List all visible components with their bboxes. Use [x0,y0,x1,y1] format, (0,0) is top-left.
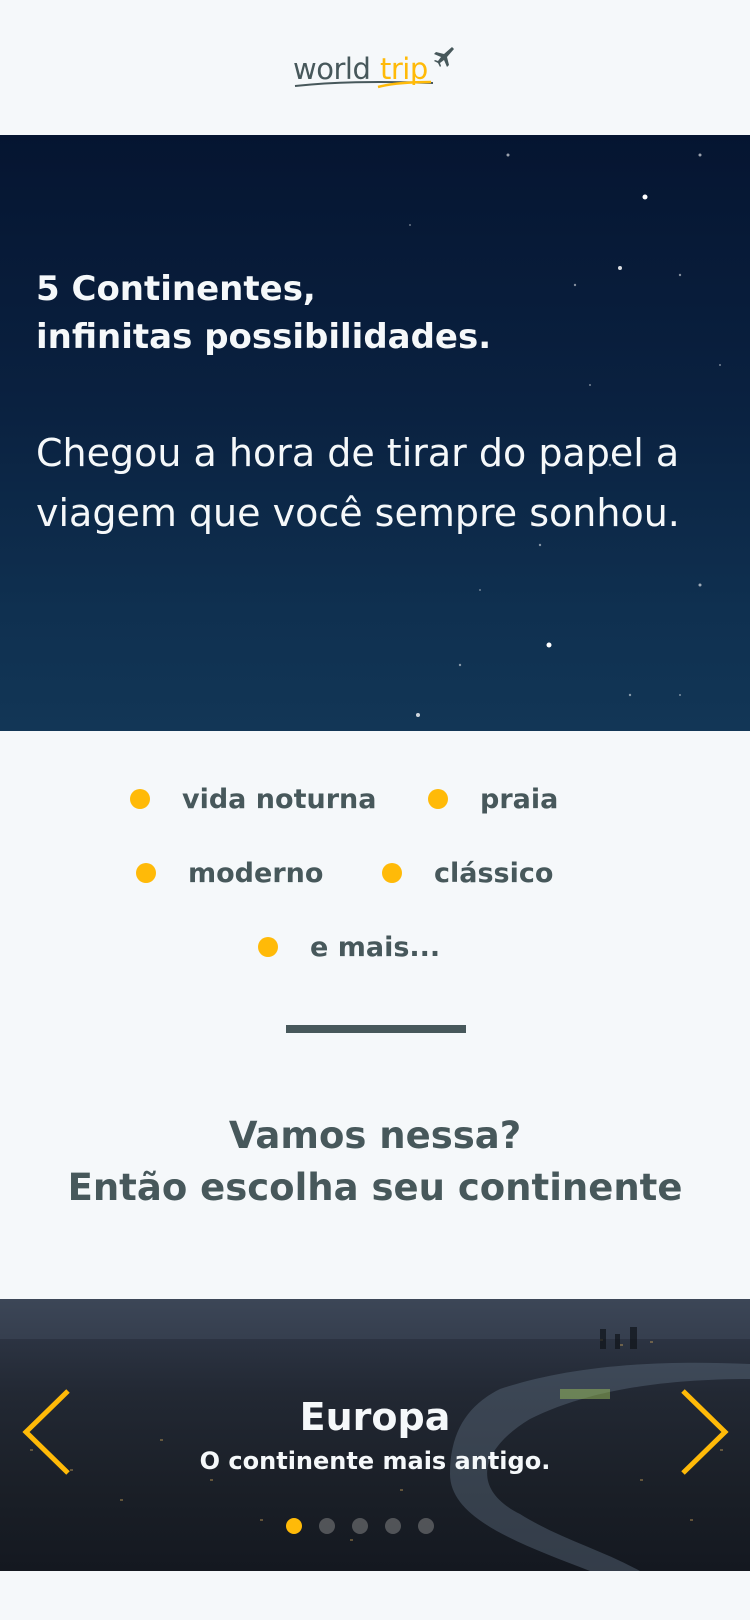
travel-type-item: moderno [136,853,323,893]
cta-line-1: Vamos nessa? [228,1114,522,1157]
travel-type-label: praia [480,783,559,815]
travel-types-section: vida noturna praia moderno clássico e ma… [0,731,750,1036]
continent-slider[interactable]: Europa O continente mais antigo. [0,1299,750,1571]
slider-dot[interactable] [352,1518,368,1534]
chevron-right-icon[interactable] [675,1387,731,1477]
slide-title[interactable]: Europa [0,1393,750,1441]
bullet-dot-icon [258,937,278,957]
bullet-dot-icon [428,789,448,809]
travel-type-label: vida noturna [182,783,377,815]
slider-pagination [286,1518,434,1534]
hero-title-line-1: 5 Continentes, [36,269,316,309]
bullet-dot-icon [136,863,156,883]
travel-type-item: clássico [382,853,553,893]
slide-subtitle: O continente mais antigo. [199,1447,551,1475]
hero-banner: 5 Continentes, infinitas possibilidades.… [0,135,750,731]
travel-type-label: moderno [188,857,324,889]
travel-type-item: praia [428,779,558,819]
bullet-dot-icon [130,789,150,809]
travel-type-label: clássico [434,857,554,889]
slider-dot[interactable] [385,1518,401,1534]
slider-dot[interactable] [319,1518,335,1534]
hero-title-line-2: infinitas possibilidades. [36,317,492,357]
travel-type-label: e mais... [310,931,441,963]
hero-title: 5 Continentes, infinitas possibilidades. [36,265,656,361]
hero-description: Chegou a hora de tirar do papel a viagem… [36,431,680,535]
airplane-icon [434,47,454,67]
slider-dot[interactable] [286,1518,302,1534]
cta-heading: Vamos nessa? Então escolha seu continent… [0,1110,750,1214]
worldtrip-logo[interactable]: world trip [293,44,463,92]
slider-dot[interactable] [418,1518,434,1534]
cta-line-2: Então escolha seu continente [67,1166,683,1209]
travel-type-item: e mais... [258,927,440,967]
travel-type-item: vida noturna [130,779,376,819]
header: world trip [0,0,750,135]
logo-swoosh [294,80,434,89]
bullet-dot-icon [382,863,402,883]
section-divider [286,1025,466,1033]
